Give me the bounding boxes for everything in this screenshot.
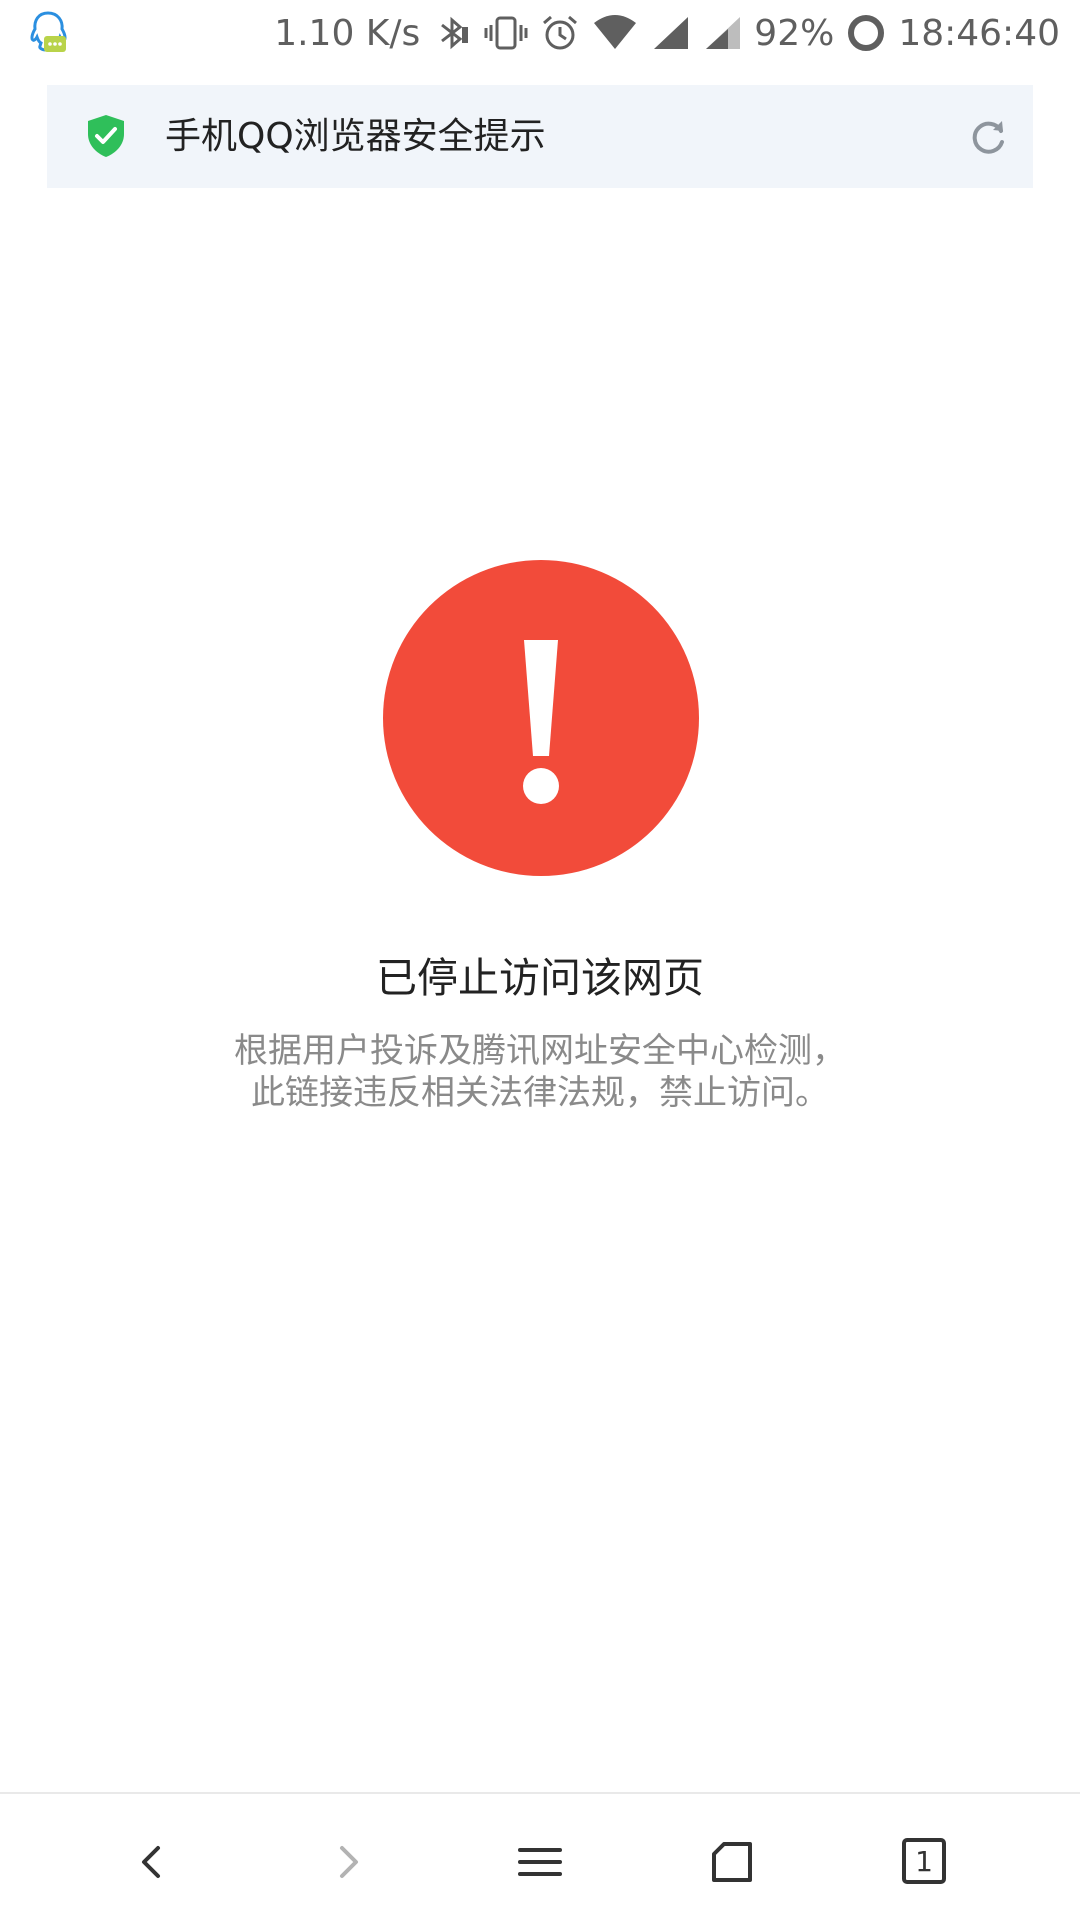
shield-check-icon	[88, 115, 124, 157]
security-title-bar: 手机QQ浏览器安全提示	[47, 85, 1033, 188]
clock: 18:46:40	[898, 12, 1060, 54]
back-arrow-icon	[142, 1846, 160, 1878]
home-icon	[712, 1842, 752, 1882]
battery-icon	[846, 13, 886, 53]
page-title: 手机QQ浏览器安全提示	[165, 116, 546, 157]
warning-description: 根据用户投诉及腾讯网址安全中心检测， 此链接违反相关法律法规，禁止访问。	[0, 1030, 1080, 1114]
qq-notification-icon	[30, 11, 67, 52]
warning-title: 已停止访问该网页	[376, 954, 704, 1002]
tabs-button[interactable]: 1	[876, 1814, 972, 1910]
bluetooth-icon	[432, 13, 472, 53]
net-speed: 1.10 K/s	[274, 12, 421, 54]
forward-button[interactable]	[300, 1814, 396, 1910]
screen: 1.10 K/s 92% 18:46:40 手机QQ浏览器安全提示 已停止访问该…	[0, 0, 1080, 1920]
bottom-toolbar: 1	[0, 1792, 1080, 1920]
warning-desc-line-1: 根据用户投诉及腾讯网址安全中心检测，	[234, 1031, 846, 1071]
home-button[interactable]	[684, 1814, 780, 1910]
alarm-icon	[540, 13, 580, 53]
signal-icon	[650, 13, 690, 53]
refresh-icon[interactable]	[969, 117, 1009, 157]
status-indicators: 1.10 K/s 92% 18:46:40	[274, 0, 1060, 66]
forward-arrow-icon	[340, 1846, 358, 1878]
vibrate-icon	[484, 13, 528, 53]
battery-percent: 92%	[754, 12, 835, 54]
warning-desc-line-2: 此链接违反相关法律法规，禁止访问。	[251, 1073, 829, 1113]
back-button[interactable]	[104, 1814, 200, 1910]
exclamation-circle-icon	[383, 560, 699, 876]
menu-icon	[518, 1848, 562, 1876]
status-bar: 1.10 K/s 92% 18:46:40	[0, 0, 1080, 66]
wifi-icon	[592, 13, 638, 53]
signal-icon-2	[702, 13, 742, 53]
menu-button[interactable]	[492, 1814, 588, 1910]
tabs-count: 1	[915, 1845, 933, 1878]
